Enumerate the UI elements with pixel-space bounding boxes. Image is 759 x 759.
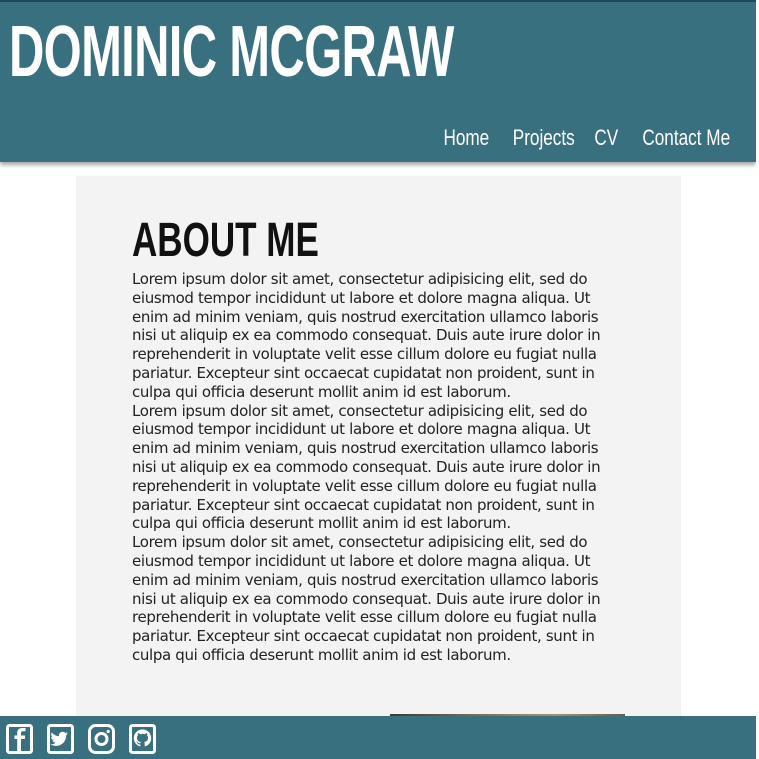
nav-cv-link[interactable]: CV xyxy=(594,123,618,153)
github-icon[interactable] xyxy=(129,724,156,754)
nav-contact-link[interactable]: Contact Me xyxy=(642,123,730,153)
about-heading: ABOUT ME xyxy=(132,214,319,267)
about-section: ABOUT ME Lorem ipsum dolor sit amet, con… xyxy=(76,176,681,736)
about-text: Lorem ipsum dolor sit amet, consectetur … xyxy=(132,270,604,665)
page: DOMINIC MCGRAW Home Projects CV Contact … xyxy=(0,0,759,759)
about-paragraph-1: Lorem ipsum dolor sit amet, consectetur … xyxy=(132,270,601,401)
site-title[interactable]: DOMINIC MCGRAW xyxy=(9,14,454,90)
nav-home-link[interactable]: Home xyxy=(443,123,489,153)
nav-projects-link[interactable]: Projects xyxy=(513,123,575,153)
about-paragraph-2: Lorem ipsum dolor sit amet, consectetur … xyxy=(132,401,601,533)
facebook-icon[interactable] xyxy=(6,724,33,754)
twitter-icon[interactable] xyxy=(47,724,74,754)
site-footer xyxy=(0,716,756,759)
main-nav: Home Projects CV Contact Me xyxy=(437,123,742,153)
about-paragraph-3: Lorem ipsum dolor sit amet, consectetur … xyxy=(132,533,601,664)
site-header: DOMINIC MCGRAW Home Projects CV Contact … xyxy=(0,2,756,162)
instagram-icon[interactable] xyxy=(88,724,115,754)
